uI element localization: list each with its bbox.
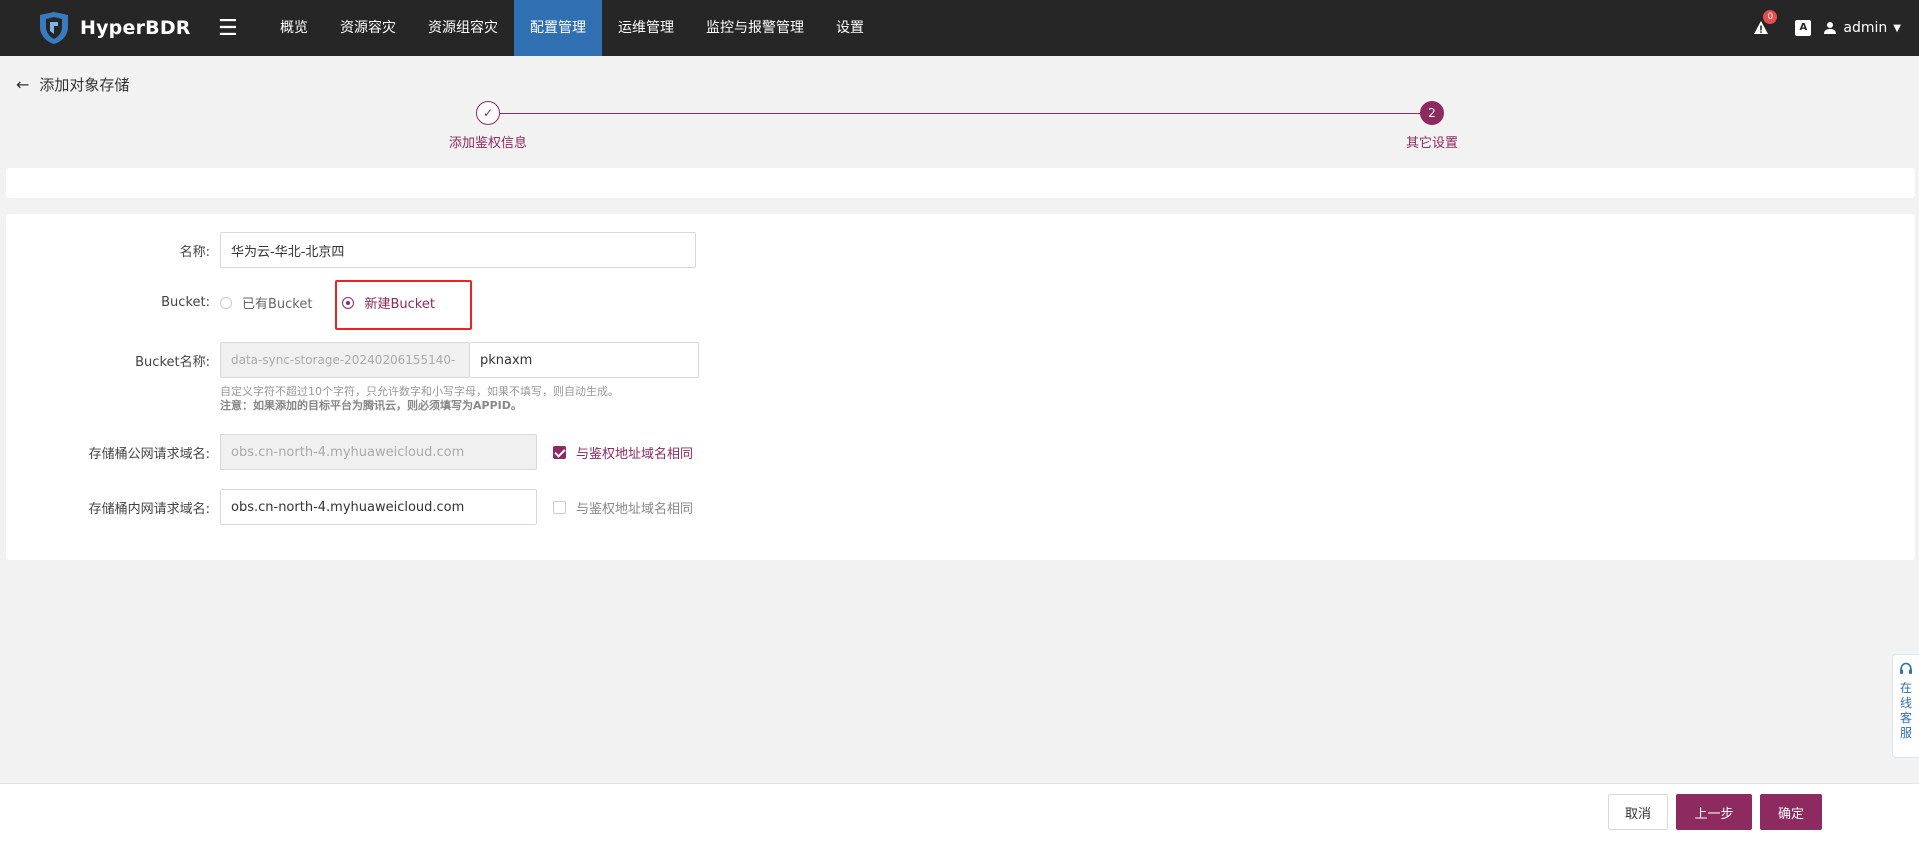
- radio-existing-label: 已有Bucket: [242, 297, 313, 312]
- public-same-checkbox[interactable]: [553, 445, 566, 459]
- app-name: HyperBDR: [80, 17, 191, 39]
- bucket-prefix-field: data-sync-storage-20240206155140-: [220, 342, 470, 378]
- logo[interactable]: HyperBDR: [36, 11, 206, 45]
- top-bar: HyperBDR ☰ 概览 资源容灾 资源组容灾 配置管理 运维管理 监控与报警…: [0, 0, 1919, 56]
- nav-item-resource-dr[interactable]: 资源容灾: [324, 0, 412, 56]
- name-input[interactable]: 华为云-华北-北京四: [220, 232, 696, 268]
- online-service-widget[interactable]: 在线客服: [1892, 654, 1919, 758]
- name-row: 名称: 华为云-华北-北京四: [180, 232, 696, 268]
- public-endpoint-label: 存储桶公网请求域名:: [88, 446, 210, 462]
- info-card: [6, 168, 1915, 198]
- highlight-annotation: [335, 280, 472, 330]
- nav-item-monitoring[interactable]: 监控与报警管理: [690, 0, 820, 56]
- nav-item-config[interactable]: 配置管理: [514, 0, 602, 56]
- internal-same-toggle[interactable]: 与鉴权地址域名相同: [553, 498, 693, 517]
- public-same-toggle[interactable]: 与鉴权地址域名相同: [553, 443, 693, 462]
- public-endpoint-input: obs.cn-north-4.myhuaweicloud.com: [220, 434, 537, 470]
- public-endpoint-row: 存储桶公网请求域名: obs.cn-north-4.myhuaweicloud.…: [89, 434, 693, 470]
- radio-existing-bucket[interactable]: 已有Bucket: [220, 293, 312, 312]
- alert-count-badge: 0: [1763, 10, 1778, 24]
- alert-button[interactable]: 0: [1753, 10, 1778, 38]
- internal-same-checkbox[interactable]: [553, 500, 566, 514]
- user-name: admin: [1843, 20, 1888, 36]
- main-nav: 概览 资源容灾 资源组容灾 配置管理 运维管理 监控与报警管理 设置: [264, 0, 880, 56]
- cancel-button[interactable]: 取消: [1608, 794, 1668, 830]
- step-connector: [500, 113, 1422, 114]
- footer-bar: 取消 上一步 确定: [0, 783, 1919, 841]
- bucket-name-note: 注意：如果添加的目标平台为腾讯云，则必须填写为APPID。: [220, 399, 522, 412]
- settings-form: 名称: 华为云-华北-北京四 Bucket: 已有Bucket 新建Bucket…: [6, 214, 1915, 560]
- bucket-label: Bucket:: [161, 295, 210, 310]
- public-same-label: 与鉴权地址域名相同: [576, 446, 694, 462]
- name-label: 名称:: [179, 244, 210, 260]
- shield-logo-icon: [40, 12, 68, 44]
- internal-endpoint-input[interactable]: obs.cn-north-4.myhuaweicloud.com: [220, 489, 537, 525]
- step-1-label: 添加鉴权信息: [448, 136, 528, 151]
- chevron-down-icon: ▼: [1893, 22, 1901, 34]
- nav-item-group-dr[interactable]: 资源组容灾: [412, 0, 514, 56]
- step-2-number: 2: [1420, 101, 1444, 125]
- user-menu[interactable]: admin ▼: [1823, 20, 1901, 36]
- font-size-icon[interactable]: A: [1795, 20, 1812, 36]
- step-indicator: ✓ 添加鉴权信息 2 其它设置: [0, 100, 1919, 151]
- previous-step-button[interactable]: 上一步: [1676, 794, 1752, 830]
- headset-icon: [1900, 662, 1912, 674]
- step-2-label: 其它设置: [1405, 136, 1459, 151]
- internal-endpoint-label: 存储桶内网请求域名:: [88, 501, 210, 517]
- menu-toggle-icon[interactable]: ☰: [218, 16, 258, 41]
- bucket-name-hint: 自定义字符不超过10个字符，只允许数字和小写字母，如果不填写，则自动生成。: [220, 385, 619, 398]
- bucket-name-row: Bucket名称: data-sync-storage-202402061551…: [135, 342, 699, 378]
- internal-same-label: 与鉴权地址域名相同: [576, 501, 694, 517]
- back-arrow-icon[interactable]: ←: [16, 75, 29, 94]
- user-icon: [1824, 22, 1837, 34]
- step-1-check-icon: ✓: [476, 101, 500, 125]
- nav-item-settings[interactable]: 设置: [820, 0, 880, 56]
- top-right-tools: 0 A admin ▼: [1753, 0, 1901, 56]
- page-header: ← 添加对象存储: [16, 74, 129, 95]
- page-title: 添加对象存储: [39, 76, 130, 94]
- nav-item-ops[interactable]: 运维管理: [602, 0, 690, 56]
- bucket-name-label: Bucket名称:: [135, 354, 210, 370]
- online-service-label: 在线客服: [1899, 681, 1912, 740]
- confirm-button[interactable]: 确定: [1760, 794, 1822, 830]
- radio-dot: [220, 296, 232, 309]
- nav-item-overview[interactable]: 概览: [264, 0, 324, 56]
- internal-endpoint-row: 存储桶内网请求域名: obs.cn-north-4.myhuaweicloud.…: [89, 489, 693, 525]
- bucket-suffix-input[interactable]: pknaxm: [470, 342, 699, 378]
